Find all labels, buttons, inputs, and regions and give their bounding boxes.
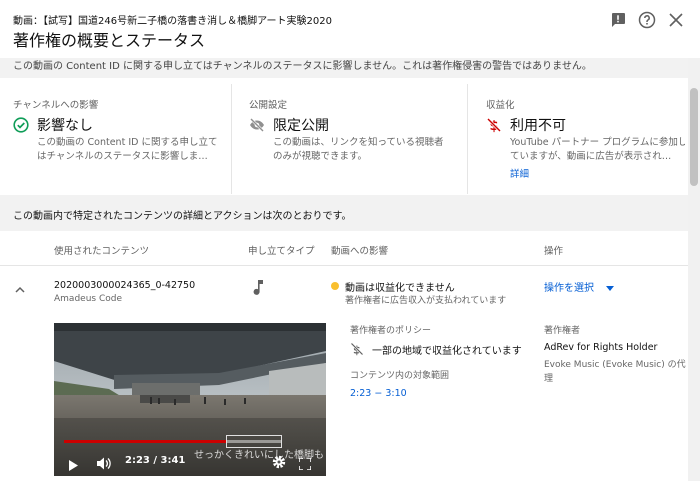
- owner-line-2: Evoke Music (Evoke Music) の代: [544, 360, 686, 370]
- impact-status-dot: [331, 282, 339, 290]
- play-icon[interactable]: [68, 456, 78, 475]
- help-icon[interactable]: [638, 11, 656, 29]
- content-id[interactable]: 2020003000024365_0-42750: [54, 280, 195, 291]
- visibility-label: 公開設定: [249, 100, 288, 111]
- page-title: 著作権の概要とステータス: [13, 31, 206, 50]
- monetization-desc-1: YouTube パートナー プログラムに参加し: [510, 137, 685, 148]
- info-banner: この動画の Content ID に関する申し立てはチャンネルのステータスに影響…: [0, 58, 688, 78]
- dollar-off-icon: $: [486, 117, 502, 137]
- video-player[interactable]: せっかくきれいにした橋脚も 2:23 / 3:41: [54, 323, 326, 476]
- policy-value: 一部の地域で収益化されています: [372, 346, 522, 357]
- select-action-label: 操作を選択: [544, 283, 594, 294]
- select-action-button[interactable]: 操作を選択: [544, 279, 615, 294]
- owner-name: AdRev for Rights Holder: [544, 342, 658, 353]
- close-icon[interactable]: [667, 11, 685, 29]
- banner-text: この動画の Content ID に関する申し立てはチャンネルのステータスに影響…: [13, 61, 592, 72]
- settings-gear-icon[interactable]: [272, 454, 286, 473]
- owner-label: 著作権者: [544, 326, 581, 336]
- feedback-icon[interactable]: [609, 11, 627, 29]
- impact-desc: 著作権者に広告収入が支払われています: [345, 296, 507, 306]
- learn-more-link[interactable]: 詳細: [510, 168, 529, 182]
- channel-impact-desc-2: はチャンネルのステータスに影響しま…: [37, 151, 208, 162]
- eye-off-icon: [249, 117, 265, 137]
- impact-title: 動画は収益化できません: [345, 283, 455, 294]
- policy-label: 著作権者のポリシー: [350, 326, 432, 336]
- column-header-content: 使用されたコンテンツ: [54, 246, 150, 257]
- visibility-desc-2: のみが視聴できます。: [273, 151, 368, 162]
- music-note-icon: [250, 279, 264, 299]
- visibility-value: 限定公開: [273, 118, 329, 134]
- channel-impact-value: 影響なし: [37, 118, 93, 134]
- monetization-desc-2: ていますが、動画に広告が表示され…: [510, 151, 672, 162]
- dollar-off-icon: $: [350, 341, 364, 360]
- volume-icon[interactable]: [97, 455, 112, 474]
- fullscreen-icon[interactable]: [298, 455, 312, 474]
- monetization-value: 利用不可: [510, 118, 566, 134]
- collapse-chevron-icon[interactable]: [14, 281, 26, 300]
- monetization-label: 収益化: [486, 100, 515, 111]
- range-label: コンテンツ内の対象範囲: [350, 371, 450, 381]
- channel-impact-desc-1: この動画の Content ID に関する申し立て: [37, 137, 218, 148]
- column-header-claim-type: 申し立てタイプ: [248, 246, 315, 257]
- check-circle-icon: [13, 117, 29, 137]
- card-divider: [467, 84, 468, 194]
- table-divider: [0, 265, 688, 266]
- visibility-desc-1: この動画は、リンクを知っている視聴者: [273, 137, 444, 148]
- claim-range-link[interactable]: 2:23 − 3:10: [350, 388, 407, 399]
- scrollbar-thumb[interactable]: [690, 88, 698, 186]
- video-time: 2:23 / 3:41: [125, 455, 186, 466]
- content-section-header: この動画内で特定されたコンテンツの詳細とアクションは次のとおりです。: [0, 195, 688, 231]
- content-owner: Amadeus Code: [54, 294, 122, 304]
- section-header-text: この動画内で特定されたコンテンツの詳細とアクションは次のとおりです。: [13, 211, 352, 222]
- dropdown-arrow-icon: [606, 285, 615, 291]
- column-header-action: 操作: [544, 246, 564, 257]
- owner-line-3: 理: [544, 374, 554, 384]
- video-progress-played: [64, 440, 226, 443]
- video-title: 動画：【試写】国道246号新二子橋の落書き消し＆橋脚アート実験2020: [13, 16, 332, 27]
- channel-impact-label: チャンネルへの影響: [13, 100, 99, 111]
- card-divider: [231, 84, 232, 194]
- column-header-impact: 動画への影響: [331, 246, 389, 257]
